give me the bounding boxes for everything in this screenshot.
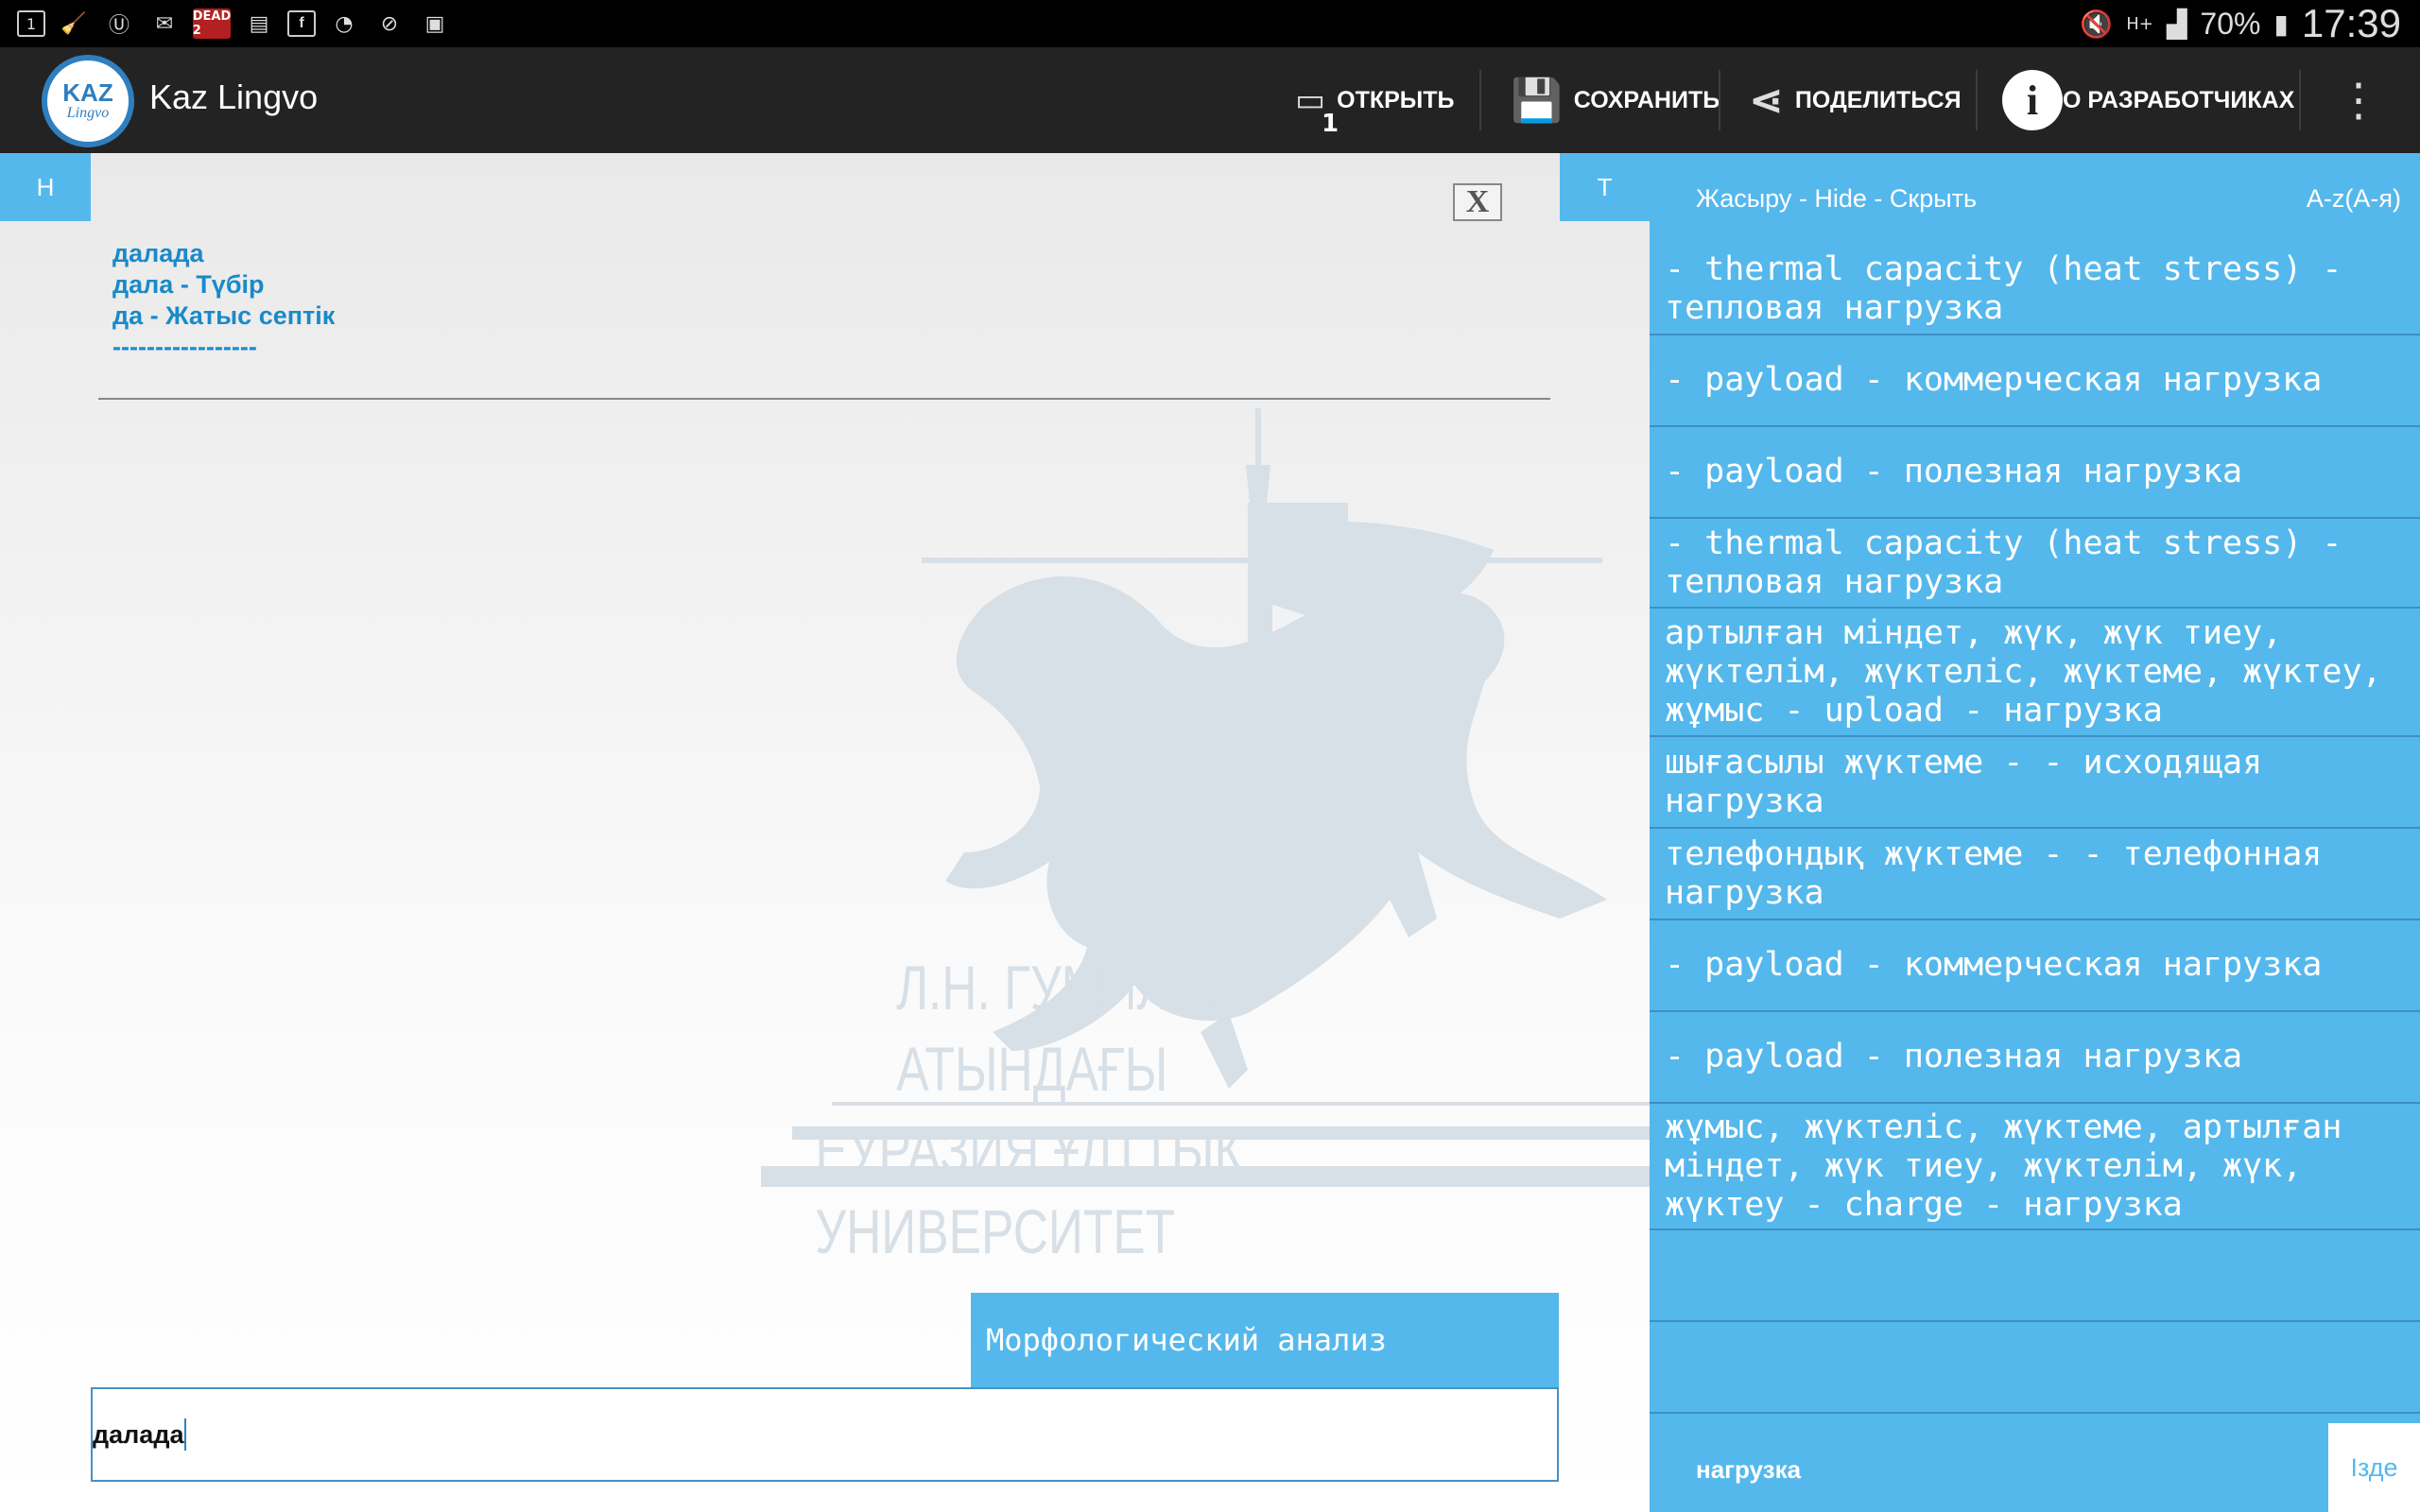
share-label: ПОДЕЛИТЬСЯ (1794, 86, 1962, 113)
result-line: ----------------- (112, 333, 257, 361)
share-button[interactable]: ⋖ ПОДЕЛИТЬСЯ (1749, 47, 1962, 153)
list-item[interactable]: - thermal capacity (heat stress) - тепло… (1650, 244, 2420, 335)
app-u-icon: Ⓤ (108, 14, 130, 38)
logo-text-lingvo: Lingvo (66, 105, 110, 121)
toolbar-divider (1479, 70, 1481, 130)
info-icon: i (2002, 70, 2063, 130)
watermark-rule (761, 1166, 1650, 1187)
compass-icon: ⊘ (380, 11, 399, 36)
text-caret (184, 1418, 187, 1451)
facebook-icon: f (287, 10, 316, 37)
list-item[interactable]: шығасылы жүктеме - - исходящая нагрузка (1650, 737, 2420, 829)
word-input[interactable]: далада (91, 1387, 1559, 1482)
open-label: ОТКРЫТЬ (1337, 86, 1455, 113)
system-status: 🔇 H+ ▟ 70% ▮ 17:39 (2080, 0, 2401, 47)
battery-percent: 70% (2200, 6, 2261, 41)
brush-icon: 🧹 (60, 11, 87, 36)
app-title: Kaz Lingvo (149, 77, 319, 116)
list-item[interactable] (1650, 1322, 2420, 1414)
search-bar: нагрузка Ізде (1650, 1423, 2420, 1512)
list-item[interactable]: - payload - полезная нагрузка (1650, 1012, 2420, 1104)
watermark-rule (922, 558, 1602, 563)
mute-icon: 🔇 (2080, 8, 2114, 40)
camera-icon: ▣ (424, 11, 445, 36)
close-button[interactable]: X (1453, 183, 1502, 221)
watermark-line-1: Л.Н. ГУМИЛЕВ АТЫНДАҒЫ (896, 953, 1235, 1104)
network-type: H+ (2126, 13, 2153, 34)
watermark-rule (832, 1102, 1650, 1106)
list-item[interactable]: - payload - коммерческая нагрузка (1650, 335, 2420, 427)
logo-text-kaz: KAZ (62, 78, 113, 107)
tab-t[interactable]: Т (1560, 153, 1650, 221)
overflow-menu-icon[interactable]: ⋮ (2335, 66, 2382, 134)
save-label: СОХРАНИТЬ (1573, 86, 1720, 113)
hide-button[interactable]: Жасыру - Hide - Скрыть (1696, 184, 1977, 214)
status-bar: 1 🧹 Ⓤ ✉ DEAD 2 ▤ f ◔ ⊘ ▣ 🔇 H+ ▟ 70% ▮ 17… (0, 0, 2420, 47)
list-item[interactable]: - thermal capacity (heat stress) - тепло… (1650, 519, 2420, 609)
morphological-analysis-button[interactable]: Морфологический анализ (971, 1293, 1559, 1387)
about-developers-button[interactable]: i О РАЗРАБОТЧИКАХ (2002, 47, 2294, 153)
toolbar-divider (1976, 70, 1978, 130)
list-item[interactable]: артылған міндет, жүк, жүк тиеу, жүктелім… (1650, 609, 2420, 737)
action-bar: KAZ Lingvo Kaz Lingvo ▭ 1 ОТКРЫТЬ 💾 СОХРА… (0, 47, 2420, 153)
result-divider (98, 398, 1550, 400)
toolbar-divider (2299, 70, 2301, 130)
search-query[interactable]: нагрузка (1696, 1455, 1801, 1485)
result-line: да - Жатыс септік (112, 301, 336, 330)
open-count-badge: 1 (1322, 110, 1340, 138)
word-input-value: далада (93, 1419, 184, 1449)
file-open-icon: ▭ 1 (1295, 81, 1340, 138)
toolbar-divider (1719, 70, 1720, 130)
translation-list: - thermal capacity (heat stress) - тепло… (1650, 244, 2420, 1414)
share-icon: ⋖ (1749, 76, 1784, 125)
floppy-disk-icon: 💾 (1511, 77, 1563, 125)
list-item[interactable]: - payload - коммерческая нагрузка (1650, 920, 2420, 1012)
morphology-result: далада дала - Түбір да - Жатыс септік --… (112, 238, 335, 363)
notification-icons: 1 🧹 Ⓤ ✉ DEAD 2 ▤ f ◔ ⊘ ▣ (17, 7, 452, 41)
open-button[interactable]: ▭ 1 ОТКРЫТЬ (1295, 47, 1455, 153)
list-item[interactable]: телефондық жүктеме - - телефонная нагруз… (1650, 829, 2420, 920)
dictionary-panel: Жасыру - Hide - Скрыть A-z(А-я) - therma… (1650, 153, 2420, 1512)
sdcard-icon: ▤ (249, 11, 269, 36)
list-item[interactable]: - payload - полезная нагрузка (1650, 427, 2420, 519)
sort-button[interactable]: A-z(А-я) (2307, 184, 2401, 214)
watermark-text: Л.Н. ГУМИЛЕВ АТЫНДАҒЫ ЕУРАЗИЯ ҰЛТТЫҚ УНИ… (756, 947, 1453, 1272)
list-item[interactable]: жұмыс, жүктеліс, жүктеме, артылған мінде… (1650, 1104, 2420, 1230)
list-item[interactable] (1650, 1230, 2420, 1322)
save-button[interactable]: 💾 СОХРАНИТЬ (1511, 47, 1720, 153)
search-button[interactable]: Ізде (2328, 1423, 2420, 1512)
mail-icon: ✉ (155, 11, 174, 36)
result-line: далада (112, 239, 204, 267)
dictionary-header: Жасыру - Hide - Скрыть A-z(А-я) (1650, 153, 2420, 244)
analysis-panel: Л.Н. ГУМИЛЕВ АТЫНДАҒЫ ЕУРАЗИЯ ҰЛТТЫҚ УНИ… (0, 153, 1650, 1512)
tab-count-icon: 1 (17, 10, 45, 37)
tab-h[interactable]: Н (0, 153, 91, 221)
battery-icon: ▮ (2273, 8, 2289, 40)
signal-icon: ▟ (2166, 8, 2187, 40)
watermark-rule (792, 1126, 1650, 1140)
game-badge-icon: DEAD 2 (192, 9, 232, 39)
result-line: дала - Түбір (112, 270, 265, 299)
app-logo[interactable]: KAZ Lingvo (42, 55, 134, 147)
wifi-icon: ◔ (335, 11, 354, 36)
clock: 17:39 (2301, 1, 2401, 45)
about-label: О РАЗРАБОТЧИКАХ (2063, 86, 2295, 113)
